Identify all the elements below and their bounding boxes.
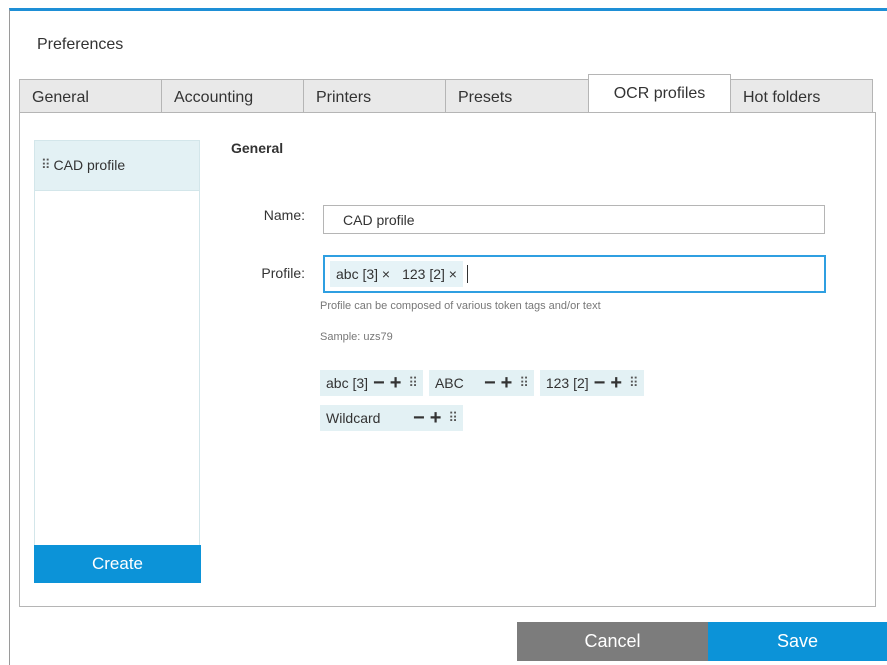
profile-hint: Profile can be composed of various token… — [320, 300, 601, 312]
drag-handle-icon[interactable]: ⠿ — [629, 375, 638, 391]
token-label: 123 [2] — [545, 375, 589, 391]
profile-label: Profile: — [261, 265, 305, 281]
token-chip[interactable]: Wildcard − + ⠿ — [320, 405, 463, 431]
tab-accounting[interactable]: Accounting — [161, 79, 304, 113]
profile-tag[interactable]: 123 [2] × — [396, 261, 463, 287]
tab-ocr-profiles[interactable]: OCR profiles — [588, 74, 731, 112]
name-label: Name: — [263, 207, 305, 223]
profile-list-item[interactable]: ⠿ CAD profile — [35, 141, 199, 191]
tab-bar: General Accounting Printers Presets OCR … — [19, 74, 876, 113]
save-button[interactable]: Save — [708, 622, 887, 661]
window-title: Preferences — [37, 36, 124, 53]
plus-icon[interactable]: + — [390, 373, 402, 393]
sample-text: Sample: uzs79 — [320, 331, 393, 343]
tab-general[interactable]: General — [19, 79, 162, 113]
minus-icon[interactable]: − — [373, 373, 385, 393]
profile-list: ⠿ CAD profile Create — [34, 140, 201, 583]
create-button[interactable]: Create — [34, 545, 201, 583]
profile-tag[interactable]: abc [3] × — [330, 261, 397, 287]
token-label: abc [3] — [326, 375, 369, 391]
section-title: General — [231, 140, 284, 156]
minus-icon[interactable]: − — [413, 408, 425, 428]
token-chip[interactable]: 123 [2] − + ⠿ — [539, 370, 644, 396]
tab-hot-folders[interactable]: Hot folders — [730, 79, 873, 113]
minus-icon[interactable]: − — [594, 373, 606, 393]
drag-handle-icon[interactable]: ⠿ — [408, 375, 417, 391]
profile-item-label: CAD profile — [53, 157, 126, 173]
profile-input[interactable]: abc [3] × 123 [2] × — [323, 255, 826, 293]
drag-handle-icon[interactable]: ⠿ — [448, 410, 457, 426]
drag-handle-icon[interactable]: ⠿ — [41, 157, 50, 190]
plus-icon[interactable]: + — [501, 373, 513, 393]
ocr-profiles-panel: ⠿ CAD profile Create General Name: Profi… — [19, 112, 876, 607]
token-label: ABC — [434, 375, 464, 391]
drag-handle-icon[interactable]: ⠿ — [519, 375, 528, 391]
plus-icon[interactable]: + — [430, 408, 442, 428]
tab-printers[interactable]: Printers — [303, 79, 446, 113]
token-palette: abc [3] − + ⠿ ABC − + ⠿ 123 [2] − + ⠿ Wi… — [320, 370, 740, 440]
token-chip[interactable]: abc [3] − + ⠿ — [320, 370, 423, 396]
plus-icon[interactable]: + — [610, 373, 622, 393]
token-label: Wildcard — [326, 410, 381, 426]
name-input[interactable] — [323, 205, 825, 234]
cancel-button[interactable]: Cancel — [517, 622, 708, 661]
tab-presets[interactable]: Presets — [445, 79, 589, 113]
text-caret — [466, 265, 468, 283]
token-chip[interactable]: ABC − + ⠿ — [428, 370, 534, 396]
minus-icon[interactable]: − — [484, 373, 496, 393]
